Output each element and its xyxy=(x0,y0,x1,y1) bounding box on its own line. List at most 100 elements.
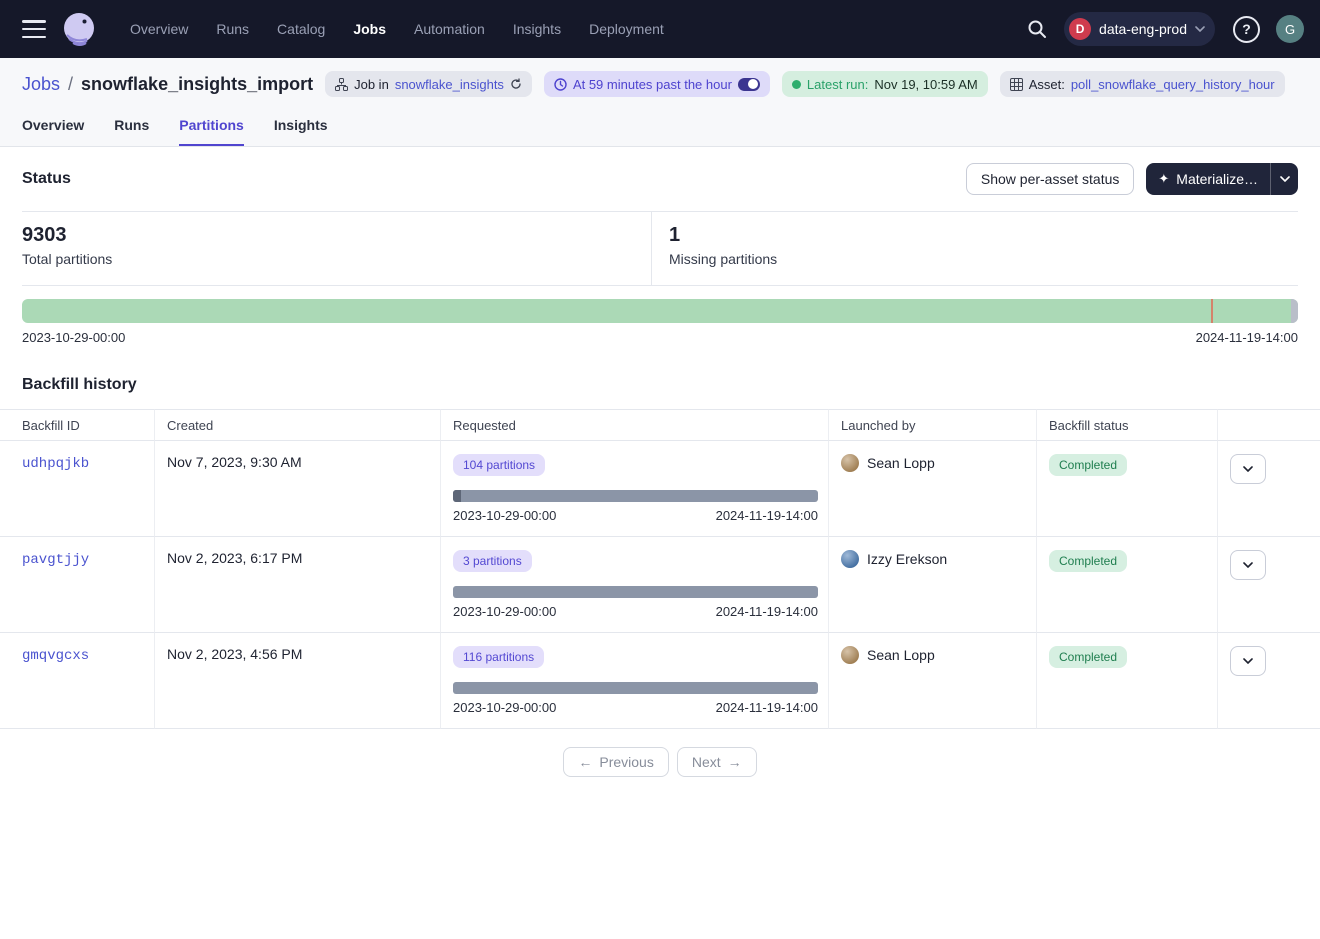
column-header-backfill-status: Backfill status xyxy=(1037,409,1218,441)
arrow-right-icon: → xyxy=(728,754,742,770)
previous-page-button[interactable]: ← Previous xyxy=(563,747,668,777)
table-row-cell: udhpqjkb xyxy=(0,441,155,537)
show-per-asset-status-button[interactable]: Show per-asset status xyxy=(966,163,1135,195)
status-badge: Completed xyxy=(1049,454,1127,476)
materialize-split-button: ✦ Materialize… xyxy=(1146,163,1298,195)
breadcrumb-jobs-link[interactable]: Jobs xyxy=(22,74,60,95)
nav-catalog[interactable]: Catalog xyxy=(263,13,339,45)
deployment-initial-badge: D xyxy=(1069,18,1091,40)
user-avatar xyxy=(841,454,859,472)
requested-partitions-badge[interactable]: 104 partitions xyxy=(453,454,545,476)
nav-overview[interactable]: Overview xyxy=(116,13,202,45)
table-row-cell xyxy=(1218,537,1320,633)
column-header-created: Created xyxy=(155,409,441,441)
partition-range: 2023-10-29-00:00 2024-11-19-14:00 xyxy=(22,330,1298,345)
nav-automation[interactable]: Automation xyxy=(400,13,499,45)
total-partitions-value: 9303 xyxy=(22,224,651,247)
schedule-label: At 59 minutes past the hour xyxy=(573,77,732,92)
asset-badge: Asset: poll_snowflake_query_history_hour xyxy=(1000,71,1285,97)
tab-overview[interactable]: Overview xyxy=(22,109,84,146)
partitions-panel: Status Show per-asset status ✦ Materiali… xyxy=(0,147,1320,777)
job-graph-icon xyxy=(335,78,348,91)
column-header-launched-by: Launched by xyxy=(829,409,1037,441)
progress-bar-cap xyxy=(453,490,461,502)
user-avatar[interactable]: G xyxy=(1276,15,1304,43)
help-icon[interactable]: ? xyxy=(1233,16,1260,43)
row-menu-button[interactable] xyxy=(1230,646,1266,676)
asset-table-icon xyxy=(1010,78,1023,91)
materialize-button[interactable]: ✦ Materialize… xyxy=(1146,163,1270,195)
table-row-cell: Completed xyxy=(1037,537,1218,633)
page-header: Jobs / snowflake_insights_import Job in … xyxy=(0,58,1320,147)
partition-status-bar[interactable] xyxy=(22,299,1298,323)
missing-partitions-value: 1 xyxy=(669,224,1298,247)
created-timestamp: Nov 2, 2023, 4:56 PM xyxy=(167,646,302,662)
table-row-cell: Nov 7, 2023, 9:30 AM xyxy=(155,441,441,537)
nav-jobs[interactable]: Jobs xyxy=(339,13,400,45)
row-menu-button[interactable] xyxy=(1230,454,1266,484)
table-row-cell: Completed xyxy=(1037,633,1218,729)
chevron-down-icon xyxy=(1243,562,1253,568)
table-row-cell: Izzy Erekson xyxy=(829,537,1037,633)
range-end: 2024-11-19-14:00 xyxy=(716,604,818,619)
range-end: 2024-11-19-14:00 xyxy=(1196,330,1298,345)
dagster-logo-icon[interactable] xyxy=(60,10,98,48)
status-badge: Completed xyxy=(1049,550,1127,572)
pagination: ← Previous Next → xyxy=(22,747,1298,777)
deployment-switcher[interactable]: D data-eng-prod xyxy=(1064,12,1215,46)
materialize-dropdown-button[interactable] xyxy=(1270,163,1298,195)
user-avatar xyxy=(841,550,859,568)
breadcrumb-separator: / xyxy=(68,74,73,95)
backfill-range: 2023-10-29-00:00 2024-11-19-14:00 xyxy=(453,604,818,619)
table-row-cell: Completed xyxy=(1037,441,1218,537)
chevron-down-icon xyxy=(1243,658,1253,664)
row-menu-button[interactable] xyxy=(1230,550,1266,580)
table-row-cell: Nov 2, 2023, 6:17 PM xyxy=(155,537,441,633)
table-row-cell: pavgtjjy xyxy=(0,537,155,633)
requested-partitions-badge[interactable]: 3 partitions xyxy=(453,550,532,572)
next-page-button[interactable]: Next → xyxy=(677,747,757,777)
requested-partitions-badge[interactable]: 116 partitions xyxy=(453,646,544,668)
schedule-toggle[interactable] xyxy=(738,78,760,91)
tab-partitions[interactable]: Partitions xyxy=(179,109,244,146)
menu-icon[interactable] xyxy=(22,20,46,38)
table-row-cell xyxy=(1218,633,1320,729)
backfill-progress-bar xyxy=(453,490,818,502)
table-row-cell: 3 partitions 2023-10-29-00:00 2024-11-19… xyxy=(441,537,829,633)
job-location-badge: Job in snowflake_insights xyxy=(325,71,532,97)
backfill-id-link[interactable]: udhpqjkb xyxy=(22,456,89,472)
range-start: 2023-10-29-00:00 xyxy=(453,700,556,715)
latest-run-time[interactable]: Nov 19, 10:59 AM xyxy=(874,77,977,92)
chevron-down-icon xyxy=(1280,176,1290,182)
backfill-progress-bar xyxy=(453,682,818,694)
backfill-id-link[interactable]: pavgtjjy xyxy=(22,552,89,568)
search-icon[interactable] xyxy=(1020,12,1054,46)
job-location-prefix: Job in xyxy=(354,77,389,92)
backfill-id-link[interactable]: gmqvgcxs xyxy=(22,648,89,664)
page-tabs: Overview Runs Partitions Insights xyxy=(0,103,1320,146)
partition-stats: 9303 Total partitions 1 Missing partitio… xyxy=(22,211,1298,286)
tab-runs[interactable]: Runs xyxy=(114,109,149,146)
column-header-backfill-id: Backfill ID xyxy=(0,409,155,441)
table-row-cell xyxy=(1218,441,1320,537)
top-navigation-bar: Overview Runs Catalog Jobs Automation In… xyxy=(0,0,1320,58)
total-partitions-label: Total partitions xyxy=(22,251,651,267)
schedule-badge: At 59 minutes past the hour xyxy=(544,71,770,97)
nav-runs[interactable]: Runs xyxy=(202,13,263,45)
launched-by-name: Sean Lopp xyxy=(867,647,935,663)
nav-insights[interactable]: Insights xyxy=(499,13,575,45)
previous-label: Previous xyxy=(599,754,653,770)
column-header-requested: Requested xyxy=(441,409,829,441)
backfill-range: 2023-10-29-00:00 2024-11-19-14:00 xyxy=(453,700,818,715)
backfill-range: 2023-10-29-00:00 2024-11-19-14:00 xyxy=(453,508,818,523)
table-row-cell: Sean Lopp xyxy=(829,633,1037,729)
nav-deployment[interactable]: Deployment xyxy=(575,13,678,45)
next-label: Next xyxy=(692,754,721,770)
primary-nav: Overview Runs Catalog Jobs Automation In… xyxy=(116,13,678,45)
asset-link[interactable]: poll_snowflake_query_history_hour xyxy=(1071,77,1275,92)
range-start: 2023-10-29-00:00 xyxy=(453,604,556,619)
range-end: 2024-11-19-14:00 xyxy=(716,508,818,523)
tab-insights[interactable]: Insights xyxy=(274,109,328,146)
job-location-link[interactable]: snowflake_insights xyxy=(395,77,504,92)
breadcrumb: Jobs / snowflake_insights_import Job in … xyxy=(0,58,1320,103)
